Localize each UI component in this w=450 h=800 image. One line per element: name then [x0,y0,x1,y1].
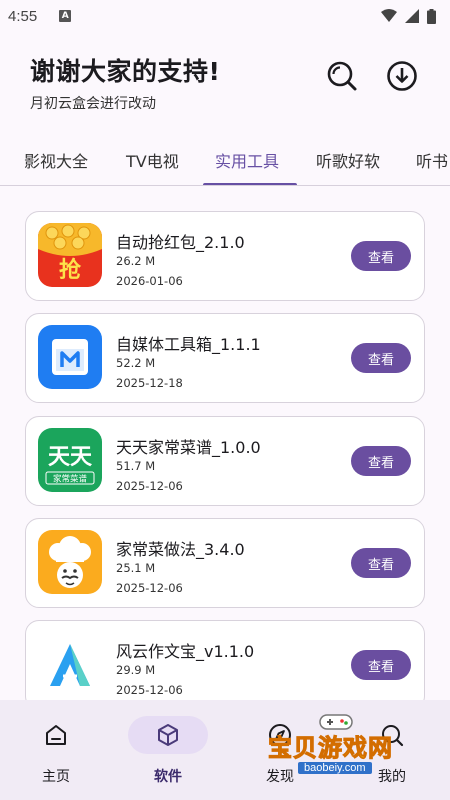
essay-icon [38,632,102,696]
nav-label-software: 软件 [154,769,182,785]
svg-text:天天: 天天 [48,445,93,470]
app-name: 自媒体工具箱_1.1.1 [116,335,261,354]
nav-item-software[interactable]: 软件 [112,700,224,800]
nav-label-home: 主页 [42,769,70,785]
tab-tv[interactable]: TV电视 [126,140,179,185]
media-toolbox-icon [38,325,102,389]
svg-text:家常菜谱: 家常菜谱 [53,474,88,485]
app-name: 自动抢红包_2.1.0 [116,233,245,252]
status-icons [381,8,436,24]
category-tabs: 影视大全 TV电视 实用工具 听歌好软 听书 [0,140,450,186]
app-date: 2025-12-06 [116,581,183,595]
app-size: 52.2 M [116,356,156,370]
app-size: 25.1 M [116,561,156,575]
app-date: 2025-12-06 [116,479,183,493]
home-icon [46,725,66,745]
app-card[interactable]: 家常菜做法_3.4.0 25.1 M 2025-12-06 查看 [25,518,425,608]
tab-music[interactable]: 听歌好软 [316,140,380,185]
nav-pill-active [128,716,208,754]
app-name: 家常菜做法_3.4.0 [116,540,245,559]
software-icon [158,724,178,746]
app-card[interactable]: 天天 家常菜谱 天天家常菜谱_1.0.0 51.7 M 2025-12-06 查… [25,416,425,506]
nav-pill [352,716,432,754]
app-size: 29.9 M [116,663,156,677]
notification-icon: A [59,10,72,22]
app-name: 天天家常菜谱_1.0.0 [116,438,261,457]
tab-tools[interactable]: 实用工具 [215,140,279,185]
nav-item-discover[interactable]: 发现 [224,700,336,800]
nav-item-mine[interactable]: 我的 [336,700,448,800]
view-button[interactable]: 查看 [351,343,411,373]
download-icon [387,61,417,91]
search-icon [327,61,357,91]
view-button[interactable]: 查看 [351,446,411,476]
status-bar: 4:55 A [0,0,450,32]
search-icon [382,725,404,747]
view-button[interactable]: 查看 [351,548,411,578]
nav-pill [16,716,96,754]
app-date: 2026-01-06 [116,274,183,288]
tab-audiobooks[interactable]: 听书 [416,140,448,185]
bottom-nav: 主页 软件 发现 我的 [0,700,450,800]
battery-icon [427,8,436,24]
svg-text:抢: 抢 [59,257,82,283]
app-list[interactable]: 抢 自动抢红包_2.1.0 26.2 M 2026-01-06 查看 自媒体工具… [0,186,450,700]
chef-icon [38,530,102,594]
app-date: 2025-12-18 [116,376,183,390]
search-button[interactable] [324,58,360,94]
app-size: 26.2 M [116,254,156,268]
app-name: 风云作文宝_v1.1.0 [116,642,255,661]
app-date: 2025-12-06 [116,683,183,697]
discover-icon [269,724,291,746]
app-size: 51.7 M [116,459,156,473]
page-subtitle: 月初云盒会进行改动 [30,96,156,112]
signal-icon [405,9,419,23]
status-time: 4:55 [8,7,38,25]
header: 谢谢大家的支持! 月初云盒会进行改动 [30,52,420,112]
red-envelope-icon: 抢 [38,223,102,287]
download-button[interactable] [384,58,420,94]
app-card[interactable]: 自媒体工具箱_1.1.1 52.2 M 2025-12-18 查看 [25,313,425,403]
view-button[interactable]: 查看 [351,650,411,680]
app-card[interactable]: 风云作文宝_v1.1.0 29.9 M 2025-12-06 查看 [25,620,425,700]
wifi-icon [381,9,397,22]
nav-item-home[interactable]: 主页 [0,700,112,800]
tab-video[interactable]: 影视大全 [24,140,88,185]
nav-label-mine: 我的 [378,769,406,785]
nav-label-discover: 发现 [266,769,294,785]
header-actions [324,58,420,94]
nav-pill [240,716,320,754]
recipe-icon: 天天 家常菜谱 [38,428,102,492]
app-card[interactable]: 抢 自动抢红包_2.1.0 26.2 M 2026-01-06 查看 [25,211,425,301]
view-button[interactable]: 查看 [351,241,411,271]
